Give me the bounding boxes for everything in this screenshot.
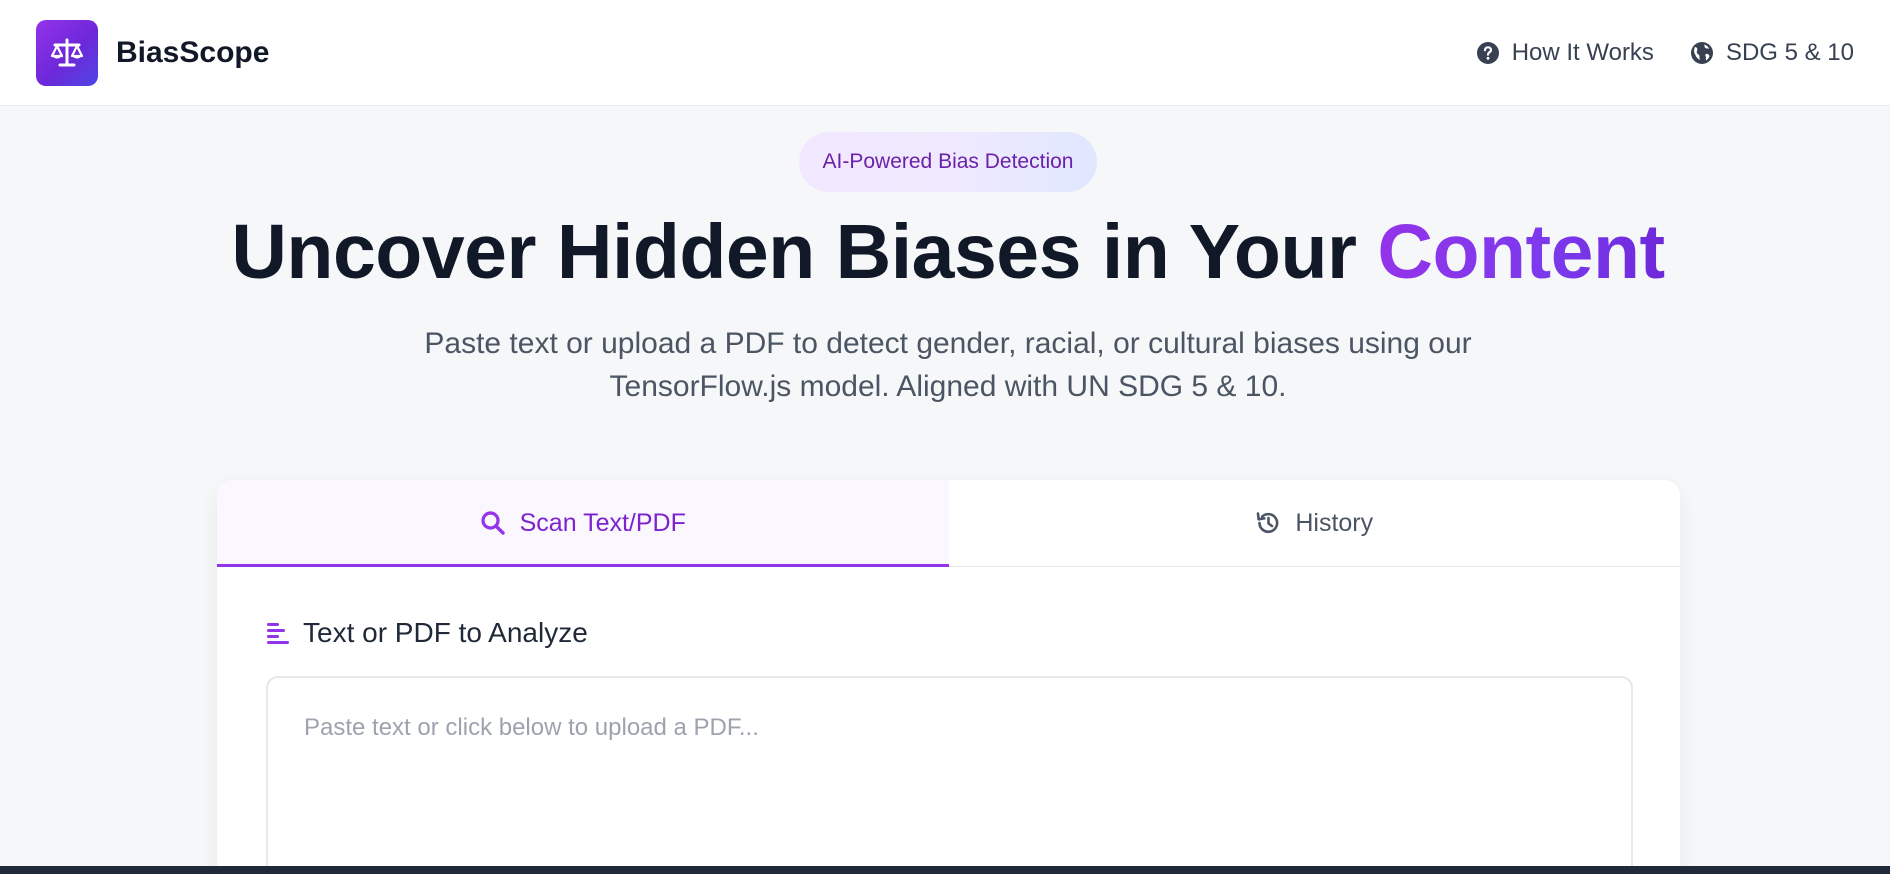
hero-title-accent: Content	[1377, 209, 1665, 295]
hero-subtitle-line2: TensorFlow.js model. Aligned with UN SDG…	[609, 370, 1287, 403]
hero-badge-wrap: AI-Powered Bias Detection	[0, 132, 1890, 192]
nav-sdg[interactable]: SDG 5 & 10	[1690, 39, 1854, 67]
nav-sdg-label: SDG 5 & 10	[1725, 38, 1854, 66]
bottom-edge-bar	[0, 866, 1890, 874]
top-nav: How It Works SDG 5 & 10	[1476, 39, 1854, 67]
tab-history-label: History	[1295, 508, 1374, 537]
globe-icon	[1690, 41, 1713, 64]
ai-badge: AI-Powered Bias Detection	[798, 132, 1098, 192]
scales-logo-icon	[36, 19, 98, 86]
hero-title: Uncover Hidden Biases in Your Content	[0, 206, 1890, 298]
question-circle-icon	[1476, 41, 1499, 64]
history-icon	[1257, 512, 1279, 534]
analyze-section-label: Text or PDF to Analyze	[265, 617, 588, 649]
top-header: BiasScope How It Works SDG 5 & 10	[0, 0, 1890, 106]
align-left-icon	[267, 623, 289, 644]
brand[interactable]: BiasScope	[36, 19, 270, 86]
tab-bar: Scan Text/PDF History	[217, 480, 1680, 567]
nav-how-it-works[interactable]: How It Works	[1476, 39, 1654, 67]
text-input[interactable]	[266, 676, 1633, 874]
tab-scan-label: Scan Text/PDF	[519, 508, 686, 537]
search-icon	[481, 511, 505, 535]
tab-history[interactable]: History	[949, 480, 1681, 566]
analyze-section-text: Text or PDF to Analyze	[303, 617, 588, 648]
brand-name: BiasScope	[116, 35, 270, 69]
hero-subtitle-line1: Paste text or upload a PDF to detect gen…	[424, 327, 1472, 360]
hero-title-main: Uncover Hidden Biases in Your	[231, 209, 1378, 295]
nav-how-it-works-label: How It Works	[1511, 38, 1654, 66]
scan-card: Scan Text/PDF History Text or PDF to Ana…	[217, 480, 1680, 874]
hero-subtitle: Paste text or upload a PDF to detect gen…	[0, 322, 1890, 408]
tab-scan[interactable]: Scan Text/PDF	[217, 480, 949, 567]
